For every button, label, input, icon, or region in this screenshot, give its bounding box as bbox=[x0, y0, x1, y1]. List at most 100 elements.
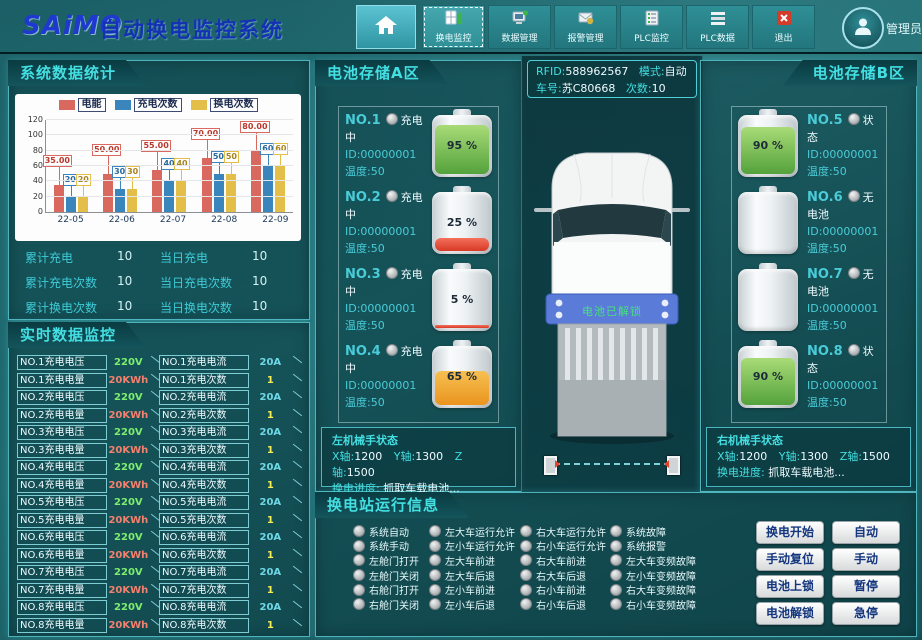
control-button[interactable]: 电池解锁 bbox=[756, 602, 824, 625]
indicator: 左舱门打开 bbox=[353, 553, 419, 568]
chart-gridline bbox=[46, 165, 293, 166]
monitor-row-decoration bbox=[291, 532, 301, 543]
indicator-label: 左小车运行允许 bbox=[445, 538, 515, 553]
indicator-dot-icon bbox=[353, 569, 365, 581]
control-button[interactable]: 手动复位 bbox=[756, 548, 824, 571]
monitor-row-decoration bbox=[149, 410, 159, 421]
monitor-value: 220V bbox=[107, 532, 149, 543]
control-button[interactable]: 暂停 bbox=[832, 575, 900, 598]
battery-icon bbox=[738, 269, 798, 331]
monitor-label: NO.8充电电压 bbox=[17, 600, 107, 615]
monitor-label: NO.4充电次数 bbox=[159, 478, 249, 493]
indicator: 系统自动 bbox=[353, 524, 419, 539]
monitor-value: 20KWh bbox=[107, 585, 149, 596]
nav-items: 换电监控数据管理报警管理PLC监控PLC数据退出 bbox=[422, 5, 815, 49]
summary-label: 当日换电次数 bbox=[160, 299, 252, 316]
status-dot-icon bbox=[386, 267, 398, 279]
battery-id: ID:00000001 bbox=[345, 146, 423, 163]
monitor-value: 20A bbox=[249, 602, 291, 613]
battery-info: NO.8状态ID:00000001温度:50 bbox=[807, 343, 880, 411]
indicator-dot-icon bbox=[520, 525, 532, 537]
battery-number: NO.3 bbox=[345, 267, 381, 282]
realtime-rows: NO.1充电电压220VNO.1充电电流20ANO.1充电电量20KWhNO.1… bbox=[17, 354, 301, 634]
station-panel: 换电站运行信息 系统自动系统手动左舱门打开左舱门关闭右舱门打开右舱门关闭左大车运… bbox=[315, 492, 917, 637]
control-button[interactable]: 急停 bbox=[832, 602, 900, 625]
control-button[interactable]: 自动 bbox=[832, 521, 900, 544]
indicator-dot-icon bbox=[353, 540, 365, 552]
monitor-row-decoration bbox=[291, 357, 301, 368]
control-button[interactable]: 电池上锁 bbox=[756, 575, 824, 598]
user-role-label: 管理员 bbox=[886, 20, 922, 37]
station-panel-title: 换电站运行信息 bbox=[315, 492, 469, 518]
battery-number: NO.1 bbox=[345, 113, 381, 128]
battery-temp: 温度:50 bbox=[345, 317, 423, 334]
chart-plot-area: 35.00202050.00303055.00404070.00505080.0… bbox=[45, 120, 293, 213]
control-button[interactable]: 换电开始 bbox=[756, 521, 824, 544]
monitor-value: 20KWh bbox=[107, 445, 149, 456]
user-avatar[interactable] bbox=[842, 7, 884, 49]
indicator-dot-icon bbox=[610, 598, 622, 610]
nav-button-2[interactable]: 数据管理 bbox=[488, 5, 551, 49]
legend-item: 电能 bbox=[59, 98, 106, 112]
indicator: 左大车后退 bbox=[429, 568, 515, 583]
indicator-label: 左小车前进 bbox=[445, 582, 495, 597]
monitor-row-decoration bbox=[291, 392, 301, 403]
alarm-manage-icon bbox=[577, 10, 595, 30]
indicator: 左大车变频故障 bbox=[610, 553, 696, 568]
chart-x-tick: 22-07 bbox=[160, 215, 186, 225]
legend-item: 充电次数 bbox=[115, 98, 182, 112]
status-dot-icon bbox=[386, 113, 398, 125]
summary-label: 当日充电 bbox=[160, 249, 252, 266]
battery-icon: 25 % bbox=[432, 192, 492, 254]
monitor-row: NO.2充电电量20KWhNO.2充电次数1 bbox=[17, 407, 301, 425]
monitor-row: NO.5充电电压220VNO.5充电电流20A bbox=[17, 494, 301, 512]
monitor-row-decoration bbox=[291, 550, 301, 561]
indicator: 右大车后退 bbox=[520, 568, 606, 583]
battery-id: ID:00000001 bbox=[807, 300, 880, 317]
nav-button-6[interactable]: 退出 bbox=[752, 5, 815, 49]
truck-status-label: 电池已解锁 bbox=[522, 303, 702, 319]
indicator-column: 系统自动系统手动左舱门打开左舱门关闭右舱门打开右舱门关闭 bbox=[353, 524, 419, 612]
chart-y-tick: 60 bbox=[33, 161, 43, 170]
monitor-value: 1 bbox=[249, 480, 291, 491]
control-button[interactable]: 手动 bbox=[832, 548, 900, 571]
monitor-row-decoration bbox=[291, 567, 301, 578]
battery-item: NO.1充电中ID:00000001温度:5095 % bbox=[339, 107, 498, 184]
left-arm-status-box: 左机械手状态 X轴:1200 Y轴:1300 Z轴:1500 换电进度: 抓取车… bbox=[321, 427, 516, 487]
monitor-value: 20KWh bbox=[107, 480, 149, 491]
chart-value-label: 30 bbox=[125, 166, 140, 178]
monitor-row: NO.8充电电压220VNO.8充电电流20A bbox=[17, 599, 301, 617]
right-arm-title: 右机械手状态 bbox=[717, 433, 900, 449]
battery-percent: 90 % bbox=[738, 139, 798, 152]
battery-number: NO.2 bbox=[345, 190, 381, 205]
left-arm-axes: X轴:1200 Y轴:1300 Z轴:1500 bbox=[332, 449, 505, 481]
monitor-label: NO.5充电次数 bbox=[159, 513, 249, 528]
chart-bar bbox=[66, 197, 76, 212]
summary-label: 累计充电 bbox=[25, 249, 117, 266]
monitor-value: 1 bbox=[249, 445, 291, 456]
chart-gridline bbox=[46, 119, 293, 120]
chart-bar bbox=[152, 170, 162, 212]
nav-button-3[interactable]: 报警管理 bbox=[554, 5, 617, 49]
monitor-row: NO.1充电电压220VNO.1充电电流20A bbox=[17, 354, 301, 372]
realtime-panel: 实时数据监控 NO.1充电电压220VNO.1充电电流20ANO.1充电电量20… bbox=[8, 322, 310, 637]
monitor-label: NO.5充电电量 bbox=[17, 513, 107, 528]
chart-label-line bbox=[169, 170, 170, 181]
indicator: 右小车运行允许 bbox=[520, 539, 606, 554]
monitor-row-decoration bbox=[291, 445, 301, 456]
nav-button-5[interactable]: PLC数据 bbox=[686, 5, 749, 49]
nav-button-4[interactable]: PLC监控 bbox=[620, 5, 683, 49]
home-icon bbox=[374, 15, 398, 39]
monitor-row-decoration bbox=[149, 427, 159, 438]
summary-item: 当日充电次数10 bbox=[160, 274, 295, 291]
battery-info-line1: NO.2充电中 bbox=[345, 189, 423, 223]
transfer-track bbox=[544, 456, 680, 472]
status-dot-icon bbox=[386, 344, 398, 356]
home-button[interactable] bbox=[356, 5, 416, 49]
stats-summary: 累计充电10当日充电10累计充电次数10当日充电次数10累计换电次数10当日换电… bbox=[25, 249, 295, 316]
nav-button-1[interactable]: 换电监控 bbox=[422, 5, 485, 49]
monitor-value: 220V bbox=[107, 602, 149, 613]
monitor-row-decoration bbox=[149, 462, 159, 473]
battery-item: NO.4充电中ID:00000001温度:5065 % bbox=[339, 338, 498, 415]
monitor-label: NO.5充电电压 bbox=[17, 495, 107, 510]
